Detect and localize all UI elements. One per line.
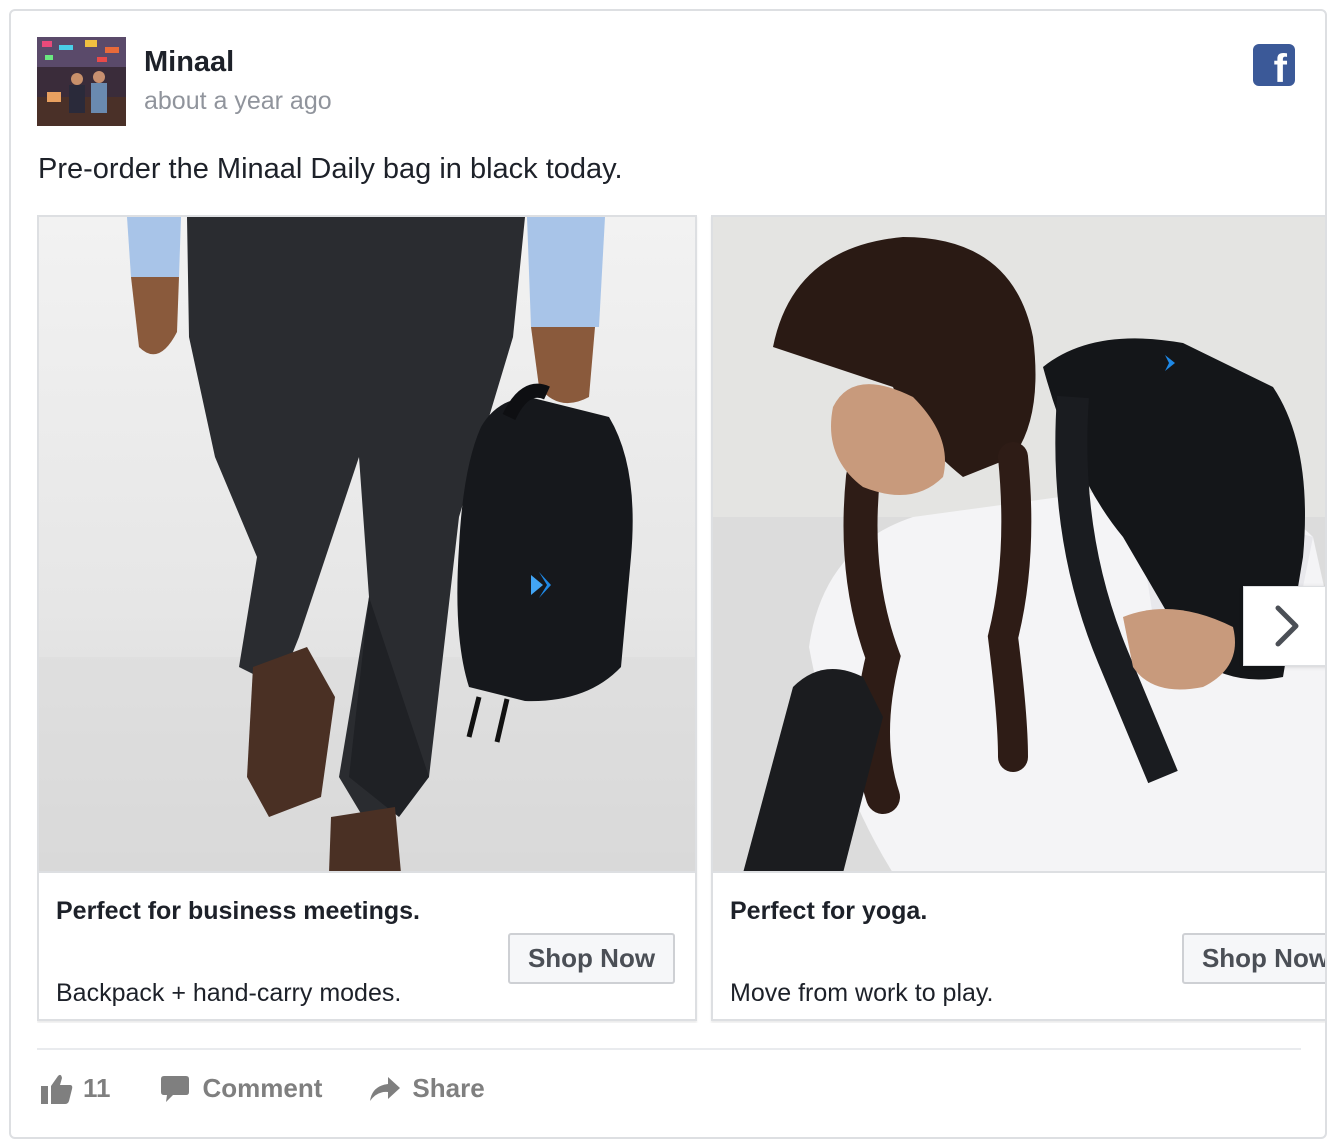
- card-image-businessman[interactable]: [39, 217, 695, 873]
- carousel-next-button[interactable]: [1243, 586, 1325, 666]
- carousel-card[interactable]: Perfect for business meetings. Backpack …: [37, 215, 697, 1021]
- chevron-right-icon: [1275, 605, 1298, 647]
- comment-label: Comment: [202, 1073, 323, 1103]
- speech-bubble-icon: [160, 1075, 189, 1102]
- carousel-card[interactable]: Perfect for yoga. Move from work to play…: [711, 215, 1325, 1021]
- facebook-post-embed: Minaal about a year ago f Pre-order the …: [9, 9, 1327, 1139]
- shop-now-button[interactable]: Shop Now: [1182, 933, 1325, 984]
- actions-divider: [37, 1048, 1301, 1050]
- page-name[interactable]: Minaal: [144, 46, 234, 79]
- page-avatar[interactable]: [37, 37, 126, 126]
- card-title[interactable]: Perfect for yoga.: [730, 897, 927, 926]
- facebook-logo-icon[interactable]: f: [1253, 44, 1295, 89]
- post-actions: 11 Comment Share: [41, 1073, 485, 1104]
- thumbs-up-icon: [41, 1074, 73, 1104]
- share-label: Share: [412, 1073, 485, 1103]
- card-image-yoga-woman[interactable]: [713, 217, 1325, 873]
- like-count: 11: [83, 1073, 111, 1103]
- comment-button[interactable]: Comment: [160, 1073, 323, 1104]
- like-button[interactable]: 11: [41, 1073, 111, 1104]
- card-description: Backpack + hand-carry modes.: [56, 979, 402, 1007]
- share-arrow-icon: [370, 1076, 401, 1101]
- post-message: Pre-order the Minaal Daily bag in black …: [38, 153, 623, 185]
- share-button[interactable]: Share: [370, 1073, 485, 1104]
- post-timestamp[interactable]: about a year ago: [144, 87, 332, 116]
- card-description: Move from work to play.: [730, 979, 994, 1007]
- card-title[interactable]: Perfect for business meetings.: [56, 897, 420, 926]
- carousel: Perfect for business meetings. Backpack …: [37, 215, 1325, 1023]
- shop-now-button[interactable]: Shop Now: [508, 933, 675, 984]
